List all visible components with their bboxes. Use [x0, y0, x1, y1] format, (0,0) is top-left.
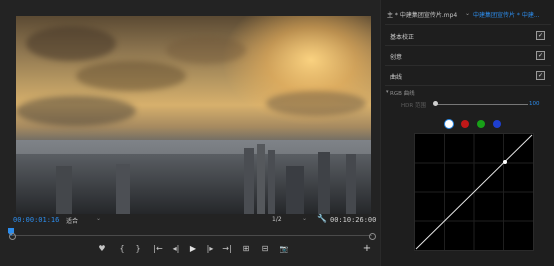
program-monitor: 00:00:01:16 适合 ⌄ 1/2 ⌄ 🔧 00:10:26:00 ♥ {… — [0, 0, 380, 266]
hdr-range-slider-knob[interactable] — [433, 101, 438, 106]
channel-white-button[interactable] — [445, 120, 453, 128]
enable-checkbox[interactable]: ✓ — [536, 71, 545, 80]
hdr-range-slider[interactable] — [436, 104, 528, 105]
chevron-down-icon[interactable]: ⌄ — [302, 215, 307, 222]
building — [268, 150, 275, 214]
scrub-start-handle[interactable] — [9, 233, 16, 240]
total-duration: 00:10:26:00 — [330, 216, 377, 224]
chevron-down-icon[interactable]: ▾ — [386, 89, 389, 95]
cloud — [26, 26, 116, 61]
export-frame-button[interactable]: 📷 — [278, 243, 290, 255]
step-forward-button[interactable]: |▸ — [204, 243, 216, 255]
enable-checkbox[interactable]: ✓ — [536, 51, 545, 60]
monitor-status-bar: 00:00:01:16 适合 ⌄ 1/2 ⌄ 🔧 00:10:26:00 — [0, 214, 380, 226]
mark-out-button[interactable]: } — [132, 243, 144, 255]
section-creative[interactable]: 创意 ✓ — [381, 50, 554, 64]
lumetri-color-panel: 主 * 中建集团宣传片.mp4 ⌄ 中建集团宣传片 * 中建... 基本校正 ✓… — [381, 0, 554, 266]
building — [286, 166, 304, 214]
cloud — [266, 91, 366, 116]
channel-red-button[interactable] — [461, 120, 469, 128]
wrench-icon[interactable]: 🔧 — [317, 214, 327, 223]
cloud — [16, 96, 136, 126]
rgb-curves-title[interactable]: RGB 曲线 — [390, 89, 415, 97]
extract-button[interactable]: ⊟ — [259, 243, 271, 255]
section-curves[interactable]: 曲线 ✓ — [381, 70, 554, 84]
current-timecode[interactable]: 00:00:01:16 — [13, 216, 59, 224]
sequence-clip-label[interactable]: 中建集团宣传片 * 中建... — [473, 10, 540, 19]
channel-blue-button[interactable] — [493, 120, 501, 128]
video-frame[interactable] — [16, 16, 371, 214]
separator — [385, 65, 551, 66]
play-button[interactable]: ▶ — [187, 243, 199, 255]
button-editor-button[interactable]: + — [361, 243, 373, 255]
section-label: 基本校正 — [390, 34, 415, 41]
chevron-down-icon[interactable]: ⌄ — [465, 10, 470, 17]
source-clip-selector[interactable]: 主 * 中建集团宣传片.mp4 — [387, 10, 457, 19]
chevron-down-icon[interactable]: ⌄ — [96, 215, 101, 222]
separator — [385, 85, 551, 86]
channel-green-button[interactable] — [477, 120, 485, 128]
curve-svg — [415, 134, 533, 250]
enable-checkbox[interactable]: ✓ — [536, 31, 545, 40]
hdr-range-label: HDR 范围 — [401, 103, 426, 109]
building — [56, 166, 72, 214]
scrub-bar[interactable] — [12, 235, 372, 236]
curve-control-point[interactable] — [503, 160, 507, 164]
building — [346, 154, 356, 214]
go-to-in-button[interactable]: |← — [152, 243, 164, 255]
step-back-button[interactable]: ◂| — [170, 243, 182, 255]
rgb-curve-graph[interactable] — [414, 133, 534, 251]
building — [116, 164, 130, 214]
go-to-out-button[interactable]: →| — [221, 243, 233, 255]
cloud — [76, 61, 186, 91]
resolution-dropdown[interactable]: 1/2 — [272, 216, 282, 223]
separator — [385, 24, 551, 25]
section-basic-correction[interactable]: 基本校正 ✓ — [381, 30, 554, 44]
separator — [385, 45, 551, 46]
lift-button[interactable]: ⊞ — [240, 243, 252, 255]
section-label: 创意 — [390, 54, 403, 61]
building — [244, 148, 254, 214]
mark-in-button[interactable]: { — [116, 243, 128, 255]
add-marker-button[interactable]: ♥ — [96, 243, 108, 255]
panel-header: 主 * 中建集团宣传片.mp4 ⌄ 中建集团宣传片 * 中建... — [381, 10, 554, 22]
building — [318, 152, 330, 214]
fit-dropdown[interactable]: 适合 — [66, 216, 78, 225]
cloud — [166, 36, 246, 64]
section-label: 曲线 — [390, 74, 403, 81]
scrub-end-handle[interactable] — [369, 233, 376, 240]
building — [257, 144, 265, 214]
hdr-range-value[interactable]: 100 — [529, 101, 540, 107]
transport-controls: ♥ { } |← ◂| ▶ |▸ →| ⊞ ⊟ 📷 + — [0, 243, 380, 257]
